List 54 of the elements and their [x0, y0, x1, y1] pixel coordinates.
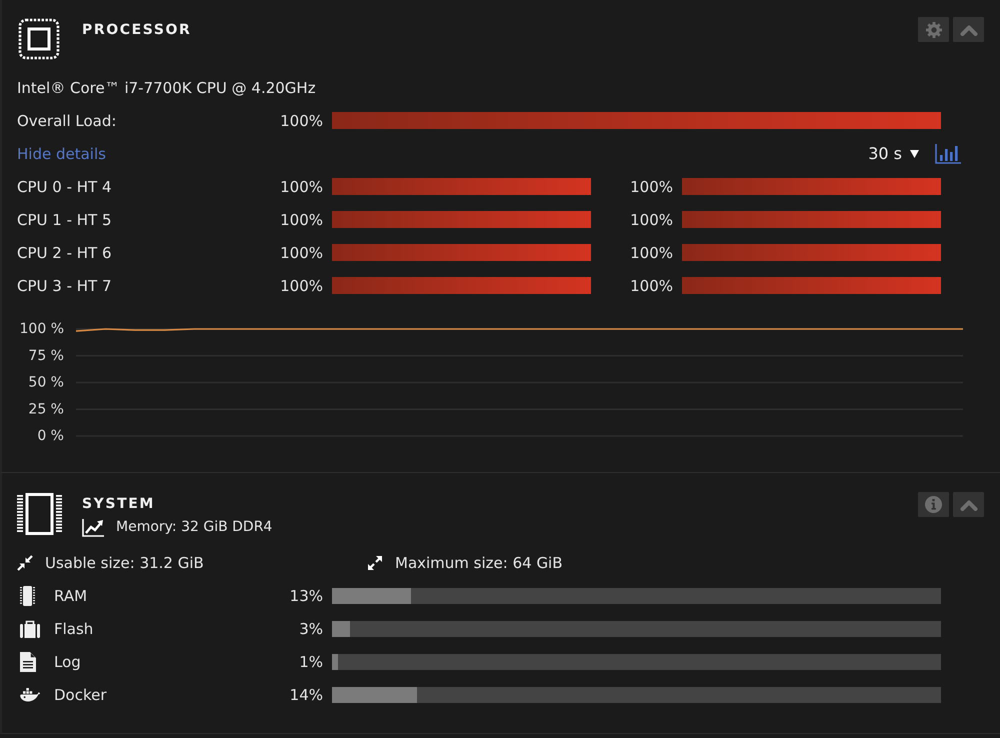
axis-label: 25 %: [28, 401, 64, 418]
collapse-button[interactable]: [953, 17, 984, 42]
load-percent: 100%: [279, 178, 323, 196]
collapse-button[interactable]: [953, 492, 984, 517]
core-label: CPU 2 - HT 6: [17, 244, 113, 262]
usage-label: RAM: [54, 586, 88, 604]
core-label: CPU 0 - HT 4: [17, 178, 113, 196]
maximum-size: Maximum size: 64 GiB: [395, 554, 563, 572]
expand-arrows-icon: [367, 554, 383, 570]
usage-percent: 3%: [298, 620, 323, 638]
caret-up-icon: [960, 498, 978, 510]
axis-label: 75 %: [28, 348, 64, 364]
time-range-dropdown[interactable]: 30 s: [868, 144, 919, 163]
memory-chip-icon: [17, 493, 62, 535]
line-chart-icon: [82, 518, 104, 536]
usage-percent: 1%: [298, 652, 323, 670]
bar-chart-icon[interactable]: [935, 144, 961, 164]
ram-chip-icon: [20, 586, 35, 606]
load-percent: 100%: [629, 210, 673, 228]
compress-arrows-icon: [17, 554, 33, 570]
panel-title: PROCESSOR: [82, 21, 192, 40]
load-percent: 100%: [279, 244, 323, 262]
usable-size: Usable size: 31.2 GiB: [45, 554, 204, 572]
load-percent: 100%: [629, 244, 673, 262]
caret-down-icon: [910, 150, 919, 158]
usage-percent: 14%: [288, 686, 323, 704]
panel-title: SYSTEM: [82, 495, 156, 514]
load-percent: 100%: [279, 276, 323, 294]
usage-label: Flash: [54, 620, 94, 638]
load-label: Overall Load:: [17, 112, 118, 130]
load-percent: 100%: [629, 178, 673, 196]
info-icon: [925, 496, 942, 513]
axis-label: 50 %: [28, 374, 64, 390]
info-button[interactable]: [918, 492, 949, 517]
briefcase-icon: [20, 620, 40, 638]
load-percent: 100%: [279, 112, 323, 130]
load-percent: 100%: [629, 276, 673, 294]
settings-button[interactable]: [918, 17, 949, 42]
axis-label: 0 %: [37, 428, 64, 444]
core-label: CPU 1 - HT 5: [17, 210, 113, 228]
core-label: CPU 3 - HT 7: [17, 276, 113, 294]
load-percent: 100%: [279, 210, 323, 228]
memory-info: Memory: 32 GiB DDR4: [116, 519, 272, 535]
processor-model: Intel® Core™ i7-7700K CPU @ 4.20GHz: [17, 78, 316, 96]
processor-chip-icon: [18, 18, 60, 60]
whale-icon: [20, 688, 40, 702]
usage-label: Docker: [54, 686, 108, 704]
usage-percent: 13%: [288, 586, 323, 604]
usage-label: Log: [54, 652, 82, 670]
axis-label: 100 %: [20, 321, 64, 337]
document-icon: [20, 652, 36, 672]
settings-icon: [926, 22, 942, 38]
hide-details-link[interactable]: Hide details: [17, 144, 106, 162]
caret-up-icon: [960, 24, 978, 36]
